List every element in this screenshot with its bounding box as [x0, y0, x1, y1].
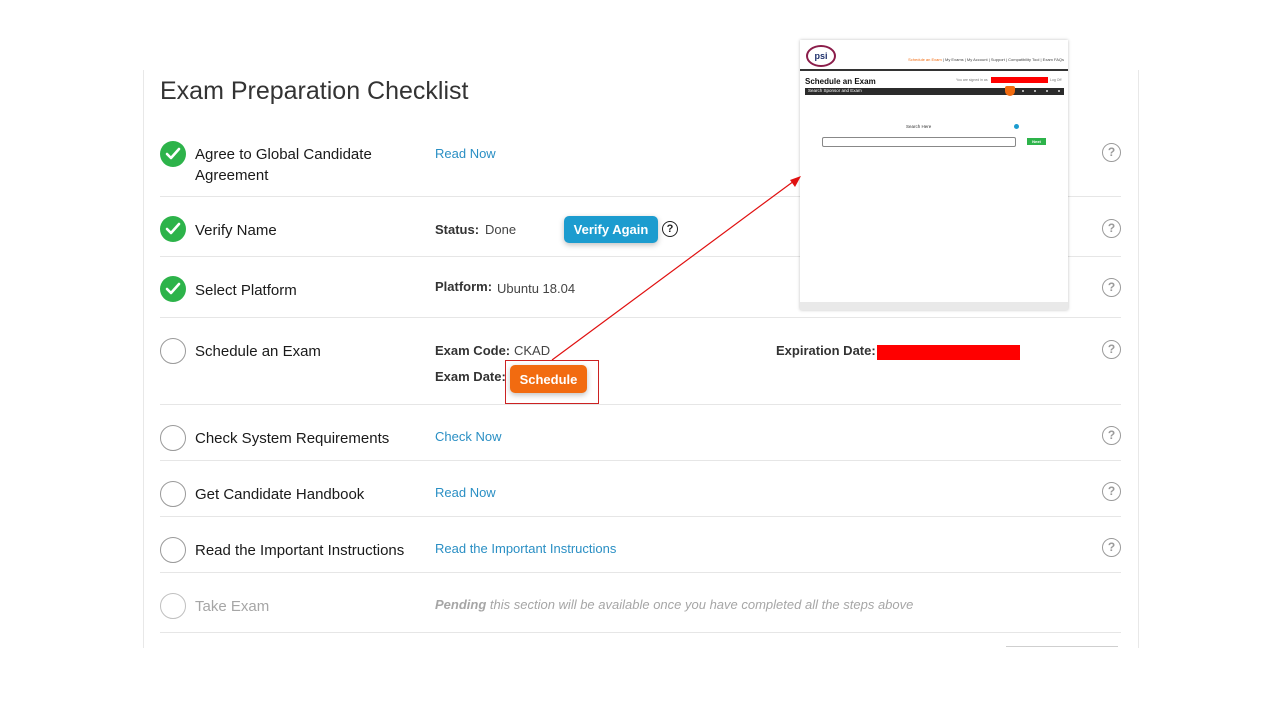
info-icon[interactable] — [1014, 124, 1019, 129]
verify-again-button[interactable]: Verify Again — [564, 216, 658, 243]
empty-circle-icon — [160, 338, 186, 364]
help-icon[interactable]: ? — [1102, 143, 1121, 162]
step-label: Verify Name — [195, 222, 277, 239]
annotation-highlight-box — [505, 360, 599, 404]
step-label: Get Candidate Handbook — [195, 486, 365, 503]
divider — [1006, 646, 1118, 647]
important-instructions-link[interactable]: Read the Important Instructions — [435, 541, 616, 556]
pending-text: this section will be available once you … — [486, 597, 914, 612]
checklist-row-take-exam: Take Exam Pending this section will be a… — [160, 572, 1121, 633]
step-dot-icon — [1022, 90, 1024, 92]
inset-search-select[interactable] — [822, 137, 1016, 147]
psi-logo: psi — [806, 45, 836, 67]
inset-next-button[interactable]: Next — [1027, 138, 1046, 145]
status-value: Done — [485, 222, 517, 237]
platform-value: Ubuntu 18.04 — [497, 281, 576, 296]
inset-search-label: Search Here — [906, 124, 932, 129]
step-dot-icon — [1058, 90, 1060, 92]
checkmark-icon — [160, 141, 186, 167]
pending-label: Pending — [435, 597, 487, 612]
inset-nav: Schedule an Exam | My Exams | My Account… — [908, 57, 1064, 62]
help-icon[interactable]: ? — [1102, 538, 1121, 557]
checkmark-icon — [160, 276, 186, 302]
empty-circle-icon — [160, 481, 186, 507]
help-icon[interactable]: ? — [1102, 426, 1121, 445]
exam-date-label: Exam Date: — [435, 369, 506, 384]
inset-footer — [800, 302, 1068, 310]
step-label: Read the Important Instructions — [195, 542, 405, 559]
step-label: Agree to Global Candidate Agreement — [195, 146, 372, 184]
inset-nav-active[interactable]: Schedule an Exam — [908, 57, 942, 62]
redaction-bar — [877, 345, 1020, 360]
help-icon[interactable]: ? — [1102, 219, 1121, 238]
step-marker-icon — [1005, 86, 1015, 96]
inset-step-text: Search Sponsor and Exam — [808, 88, 862, 93]
step-label: Take Exam — [195, 598, 270, 615]
platform-label: Platform: — [435, 279, 493, 294]
help-icon[interactable]: ? — [1102, 278, 1121, 297]
status-label: Status: — [435, 222, 480, 237]
checkmark-icon — [160, 216, 186, 242]
page-title: Exam Preparation Checklist — [160, 77, 469, 105]
inset-header — [800, 40, 1068, 69]
inset-nav-links[interactable]: | My Exams | My Account | Support | Comp… — [942, 57, 1064, 62]
checklist-row-handbook: Get Candidate Handbook Read Now ? — [160, 460, 1121, 517]
empty-circle-icon — [160, 537, 186, 563]
step-dot-icon — [1034, 90, 1036, 92]
pending-note: Pending this section will be available o… — [435, 597, 913, 612]
step-label: Check System Requirements — [195, 430, 390, 447]
inset-step-bar: Search Sponsor and Exam — [805, 88, 1064, 95]
redaction-bar — [991, 77, 1048, 83]
read-now-link[interactable]: Read Now — [435, 485, 496, 500]
expiration-date-label: Expiration Date: — [776, 343, 876, 358]
read-now-link[interactable]: Read Now — [435, 146, 496, 161]
checklist-row-system-requirements: Check System Requirements Check Now ? — [160, 404, 1121, 461]
checklist-row-schedule: Schedule an Exam Exam Code: CKAD Exam Da… — [160, 317, 1121, 405]
exam-code-value: CKAD — [514, 343, 551, 358]
help-icon[interactable]: ? — [1102, 482, 1121, 501]
inset-logout-link[interactable]: Log Off — [1050, 78, 1061, 82]
inset-screenshot: psi Schedule an Exam | My Exams | My Acc… — [800, 40, 1068, 310]
inset-signed-in: You are signed in as — [956, 78, 988, 82]
empty-circle-icon — [160, 425, 186, 451]
checklist-row-instructions: Read the Important Instructions Read the… — [160, 516, 1121, 573]
step-label: Schedule an Exam — [195, 343, 321, 360]
step-dot-icon — [1046, 90, 1048, 92]
exam-code-label: Exam Code: — [435, 343, 511, 358]
help-icon[interactable]: ? — [662, 221, 678, 237]
step-label: Select Platform — [195, 282, 297, 299]
help-icon[interactable]: ? — [1102, 340, 1121, 359]
empty-circle-icon — [160, 593, 186, 619]
inset-separator — [800, 69, 1068, 71]
inset-title: Schedule an Exam — [805, 77, 876, 86]
check-now-link[interactable]: Check Now — [435, 429, 501, 444]
